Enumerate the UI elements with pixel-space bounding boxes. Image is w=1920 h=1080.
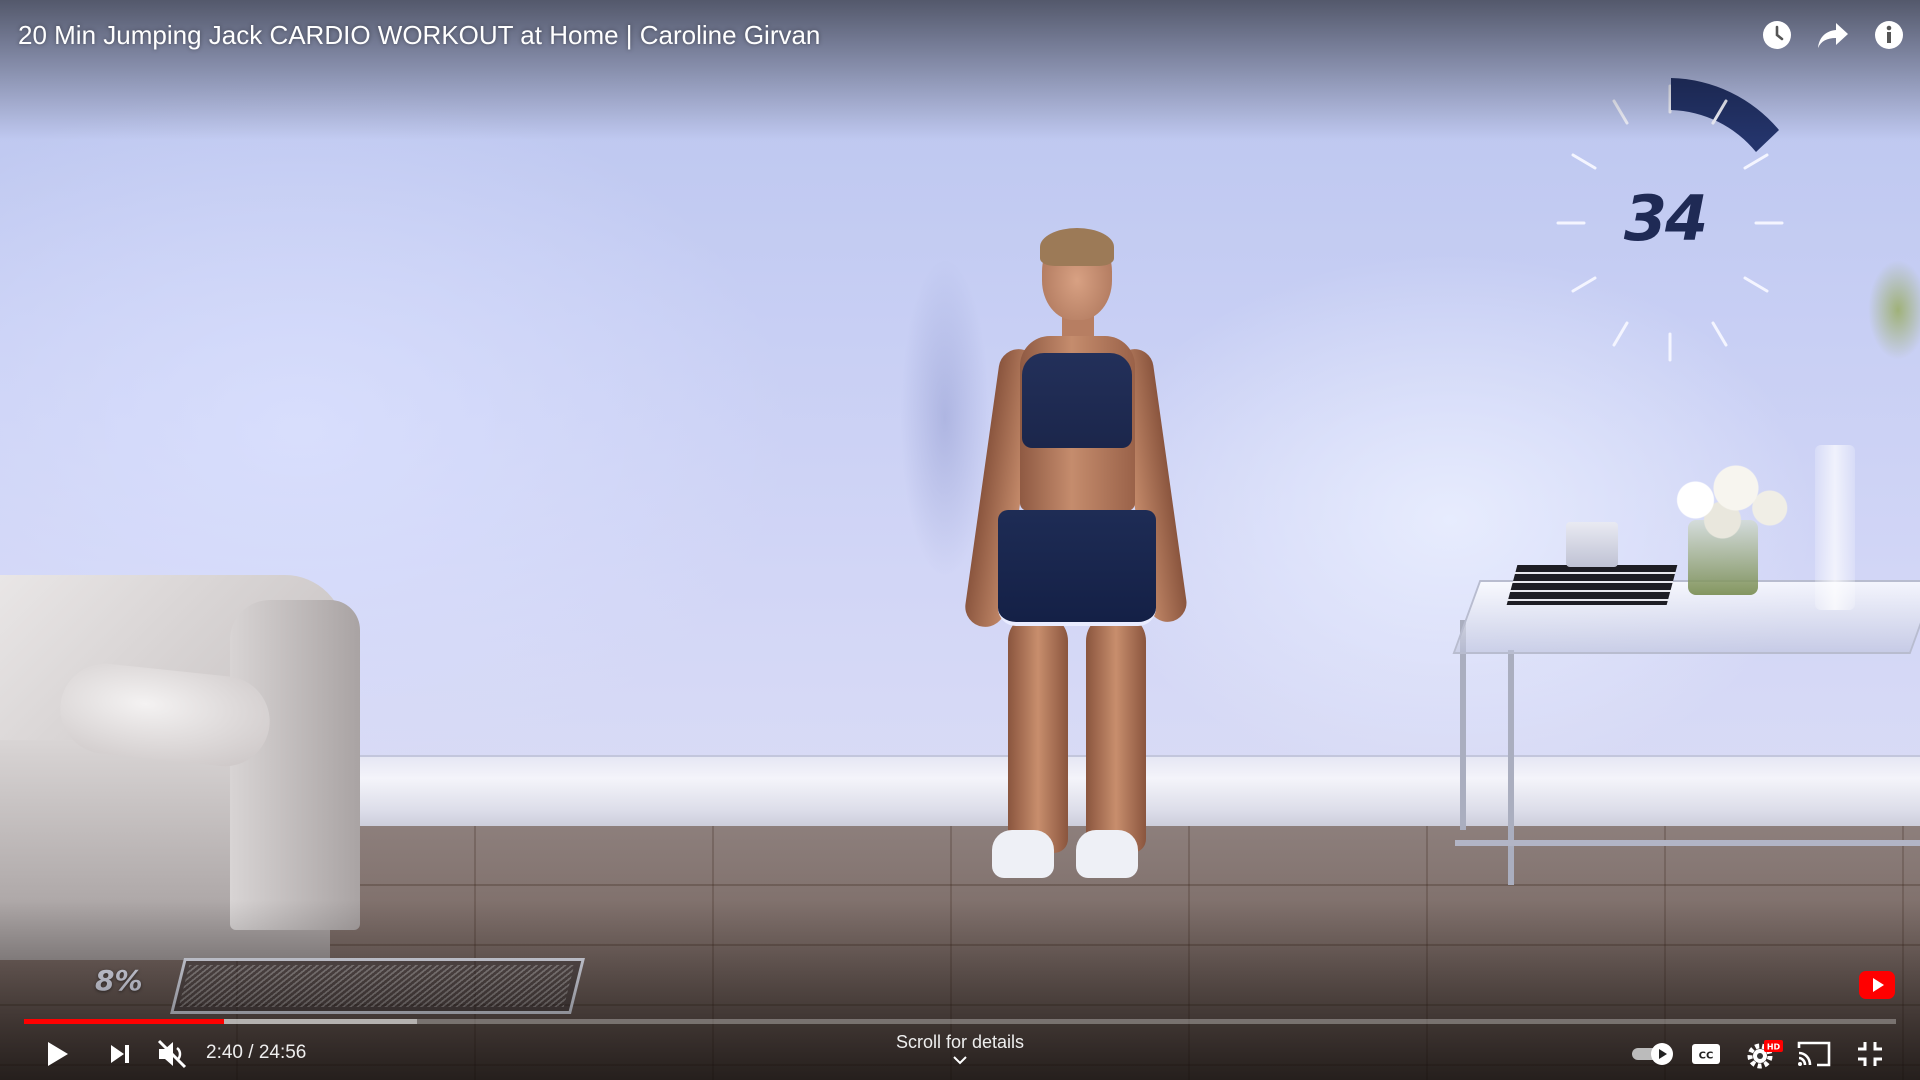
book-stack	[1506, 565, 1678, 605]
instructor-leg	[1086, 613, 1146, 853]
watch-later-button[interactable]	[1760, 16, 1794, 54]
gear-icon: HD	[1747, 1040, 1783, 1069]
instructor-top	[1022, 353, 1132, 448]
youtube-watermark[interactable]	[1858, 970, 1896, 1000]
cast-button[interactable]	[1790, 1030, 1838, 1078]
current-time: 2:40	[206, 1042, 243, 1063]
instructor-shorts	[998, 510, 1156, 626]
settings-button[interactable]: HD	[1740, 1030, 1788, 1078]
watch-later-icon	[1763, 21, 1791, 49]
instructor	[900, 228, 1190, 898]
scroll-details-label: Scroll for details	[895, 1032, 1025, 1052]
time-separator: /	[242, 1042, 259, 1063]
table-shelf	[1455, 840, 1920, 846]
instructor-shoe	[1076, 830, 1138, 878]
scroll-for-details[interactable]: Scroll for details	[860, 1032, 1060, 1065]
instructor-hair	[1040, 228, 1114, 266]
exit-fullscreen-button[interactable]	[1846, 1030, 1894, 1078]
volume-muted-icon	[157, 1039, 187, 1069]
time-display: 2:40 / 24:56	[206, 1042, 306, 1064]
info-button[interactable]	[1872, 16, 1906, 54]
timer-value: 34	[1623, 182, 1708, 255]
progress-bar[interactable]	[24, 1019, 1896, 1024]
sofa-arm	[230, 600, 360, 930]
subtitles-button[interactable]: CC	[1682, 1030, 1730, 1078]
youtube-logo-icon	[1859, 971, 1895, 999]
cast-icon	[1797, 1041, 1831, 1067]
play-button[interactable]	[33, 1030, 81, 1078]
video-player[interactable]: 34 8% 20 Min Jumping Jack CARDIO WORKOUT…	[0, 0, 1920, 1080]
exit-fullscreen-icon	[1858, 1042, 1882, 1066]
autoplay-toggle-icon	[1632, 1043, 1673, 1065]
player-controls: 2:40 / 24:56 Scroll for details CC HD	[0, 1030, 1920, 1080]
mute-button[interactable]	[148, 1030, 196, 1078]
table-leg	[1508, 650, 1514, 885]
autoplay-toggle[interactable]	[1625, 1030, 1681, 1078]
instructor-shoe	[992, 830, 1054, 878]
flowers	[1655, 460, 1790, 540]
chevron-down-icon	[953, 1056, 967, 1065]
candle	[1566, 522, 1618, 567]
video-title[interactable]: 20 Min Jumping Jack CARDIO WORKOUT at Ho…	[18, 20, 820, 51]
progress-played	[24, 1019, 224, 1024]
info-icon	[1875, 21, 1903, 49]
share-icon	[1818, 23, 1848, 48]
next-button[interactable]	[96, 1030, 144, 1078]
closed-captions-icon: CC	[1692, 1044, 1720, 1064]
instructor-leg	[1008, 613, 1068, 853]
svg-text:CC: CC	[1699, 1051, 1714, 1062]
share-button[interactable]	[1816, 16, 1850, 54]
glass-decor	[1815, 445, 1855, 610]
plant-leaves	[1868, 260, 1920, 360]
hd-badge: HD	[1767, 1043, 1781, 1052]
top-actions	[1760, 16, 1906, 54]
duration: 24:56	[258, 1042, 307, 1063]
skip-next-icon	[111, 1045, 129, 1063]
play-icon	[48, 1042, 68, 1066]
